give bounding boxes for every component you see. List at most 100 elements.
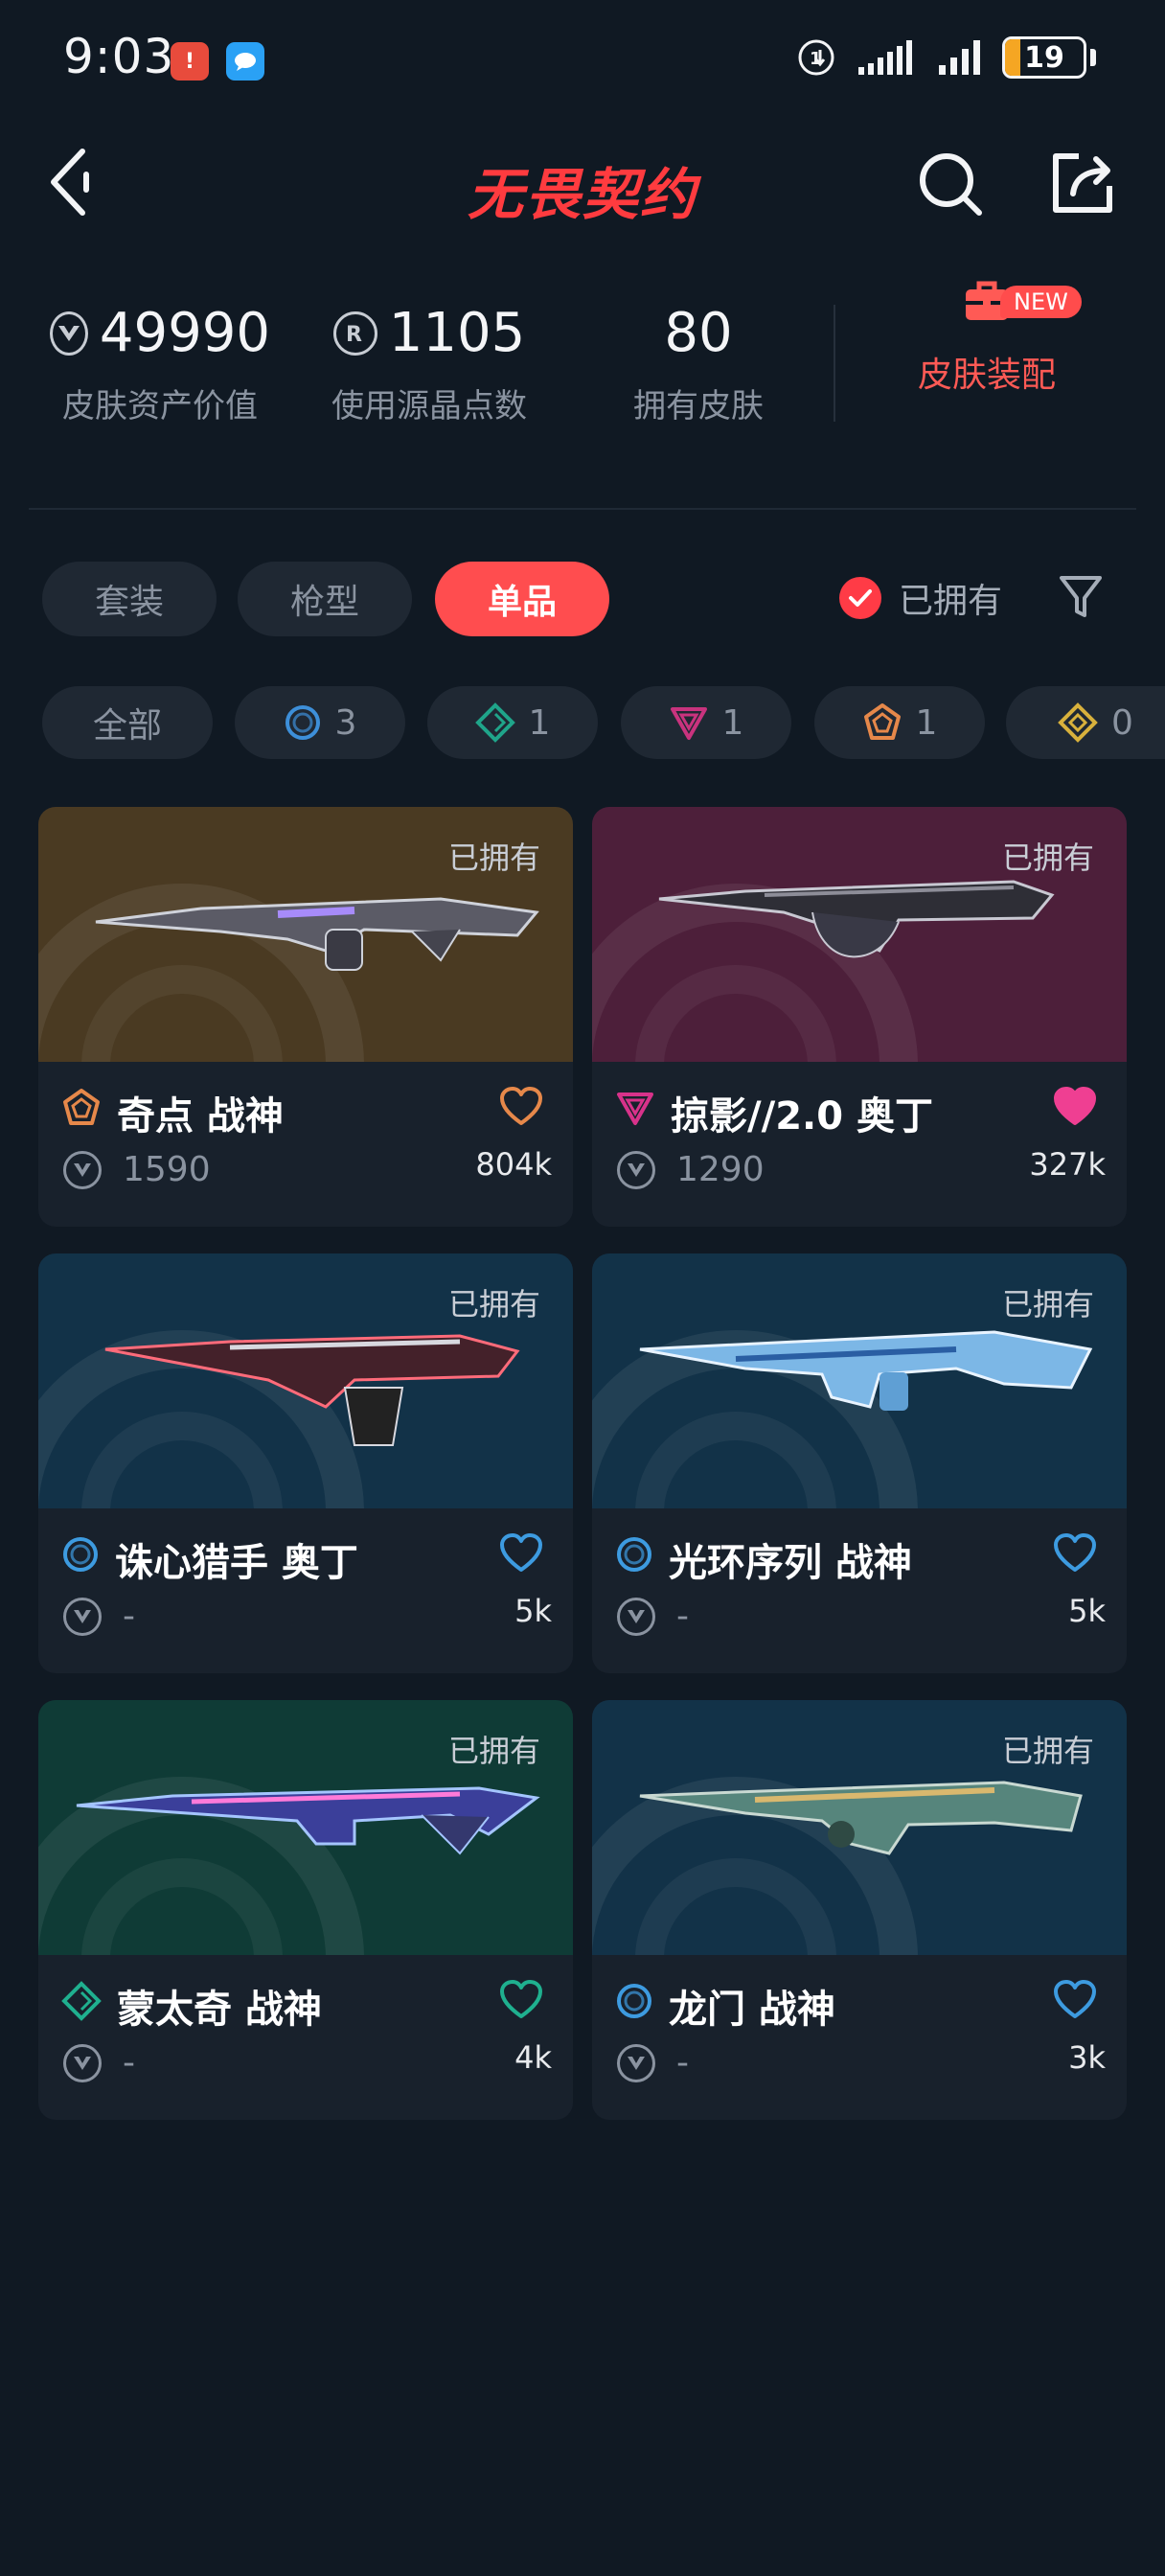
skin-price: - [63,2043,135,2082]
tab-weapon-type[interactable]: 枪型 [238,562,412,636]
rarity-chip-ultra[interactable]: 0 [1006,686,1165,759]
owned-tag: 已拥有 [1001,1733,1094,1769]
skin-name: 蒙太奇 战神 [61,1978,322,2034]
like-count: 5k [514,1593,552,1629]
price-value: - [123,2043,135,2082]
heart-icon [1054,1533,1096,1572]
select-tier-icon [61,1535,100,1583]
like-button[interactable] [1046,1978,1104,2024]
price-value: 1290 [676,1150,765,1189]
share-icon [1053,153,1112,213]
new-badge: NEW [1000,286,1082,318]
rarity-chip-select[interactable]: 3 [235,686,405,759]
valorant-point-icon [50,311,88,356]
owned-tag: 已拥有 [447,840,540,876]
premium-tier-icon [670,707,707,740]
like-count: 804k [475,1146,552,1183]
skin-name-text: 蒙太奇 战神 [117,1988,322,2032]
rarity-chip-all[interactable]: 全部 [42,686,213,759]
owned-filter-label: 已拥有 [899,582,1003,621]
skin-name: 奇点 战神 [61,1085,284,1140]
stats-divider [834,305,835,422]
page-title: 无畏契约 [467,162,697,227]
like-count: 5k [1068,1593,1106,1629]
select-tier-icon [285,705,320,740]
skin-card[interactable]: 已拥有 掠影//2.0 奥丁 1290 327k [592,807,1127,1227]
svg-text:R: R [346,323,362,347]
like-count: 4k [514,2039,552,2076]
stat-label: 拥有皮肤 [633,387,764,426]
deluxe-tier-icon [474,702,515,743]
share-button[interactable] [1050,151,1117,218]
battery-percent: 19 [1024,40,1064,75]
stat-radianite: R 1105 使用源晶点数 [319,297,539,426]
valorant-point-icon [63,2043,102,2082]
skin-name-text: 诛心猎手 奥丁 [115,1541,358,1585]
like-button[interactable] [492,1531,550,1577]
battery-cap [1090,49,1096,66]
stat-label: 皮肤资产价值 [62,387,258,426]
ultra-tier-icon [1058,702,1098,743]
search-button[interactable] [916,150,985,222]
skin-card[interactable]: 已拥有 龙门 战神 - 3k [592,1700,1127,2120]
premium-tier-icon [615,1089,655,1137]
deluxe-tier-icon [61,1981,102,2031]
skin-price: - [63,1597,135,1636]
notification-alert-icon: ! [171,42,209,80]
owned-tag: 已拥有 [447,1733,540,1769]
chip-label: 全部 [92,706,162,746]
skin-price: - [617,2043,689,2082]
filter-button[interactable] [1058,573,1104,625]
tab-single-items[interactable]: 单品 [435,562,609,636]
equip-label: 皮肤装配 [917,356,1056,395]
stat-skin-value: 49990 皮肤资产价值 [50,297,270,426]
message-app-icon [226,42,264,80]
like-button[interactable] [492,1085,550,1131]
skin-name-text: 光环序列 战神 [669,1541,912,1585]
skin-name: 掠影//2.0 奥丁 [615,1085,933,1140]
skin-name: 龙门 战神 [615,1978,835,2034]
skin-price: 1290 [617,1150,765,1189]
radianite-icon: R [332,311,377,356]
heart-icon [500,1087,542,1125]
heart-icon [500,1533,542,1572]
skin-name: 诛心猎手 奥丁 [61,1531,358,1587]
tab-bundles[interactable]: 套装 [42,562,217,636]
signal-icon [858,40,912,75]
exclusive-tier-icon [61,1088,102,1138]
owned-tag: 已拥有 [1001,1286,1094,1322]
price-value: - [123,1597,135,1636]
rarity-chip-deluxe[interactable]: 1 [427,686,598,759]
like-button[interactable] [492,1978,550,2024]
price-value: - [676,2043,689,2082]
skin-name-text: 龙门 战神 [669,1988,835,2032]
like-count: 327k [1029,1146,1106,1183]
stat-value: 80 [664,302,733,364]
stat-label: 使用源晶点数 [331,387,527,426]
skin-card[interactable]: 已拥有 诛心猎手 奥丁 - 5k [38,1254,573,1673]
price-value: - [676,1597,689,1636]
skin-price: 1590 [63,1150,211,1189]
skin-card[interactable]: 已拥有 蒙太奇 战神 - 4k [38,1700,573,2120]
owned-tag: 已拥有 [447,1286,540,1322]
skin-card[interactable]: 已拥有 光环序列 战神 - 5k [592,1254,1127,1673]
heart-icon [1054,1087,1096,1125]
valorant-point-icon [63,1150,102,1189]
like-button[interactable] [1046,1531,1104,1577]
rarity-chip-premium[interactable]: 1 [621,686,791,759]
stat-value: 49990 [99,302,270,364]
owned-tag: 已拥有 [1001,840,1094,876]
chip-count: 1 [721,702,744,743]
skin-card[interactable]: 已拥有 奇点 战神 1590 804k [38,807,573,1227]
stat-value: 1105 [388,302,526,364]
like-count: 3k [1068,2039,1106,2076]
price-value: 1590 [123,1150,211,1189]
chip-count: 0 [1111,702,1133,743]
skin-name-text: 奇点 战神 [117,1094,284,1138]
chip-count: 1 [528,702,551,743]
rarity-chip-exclusive[interactable]: 1 [814,686,985,759]
like-button[interactable] [1046,1085,1104,1131]
chip-count: 1 [915,702,938,743]
valorant-point-icon [617,1597,655,1636]
owned-filter-toggle[interactable]: 已拥有 [839,573,1002,623]
